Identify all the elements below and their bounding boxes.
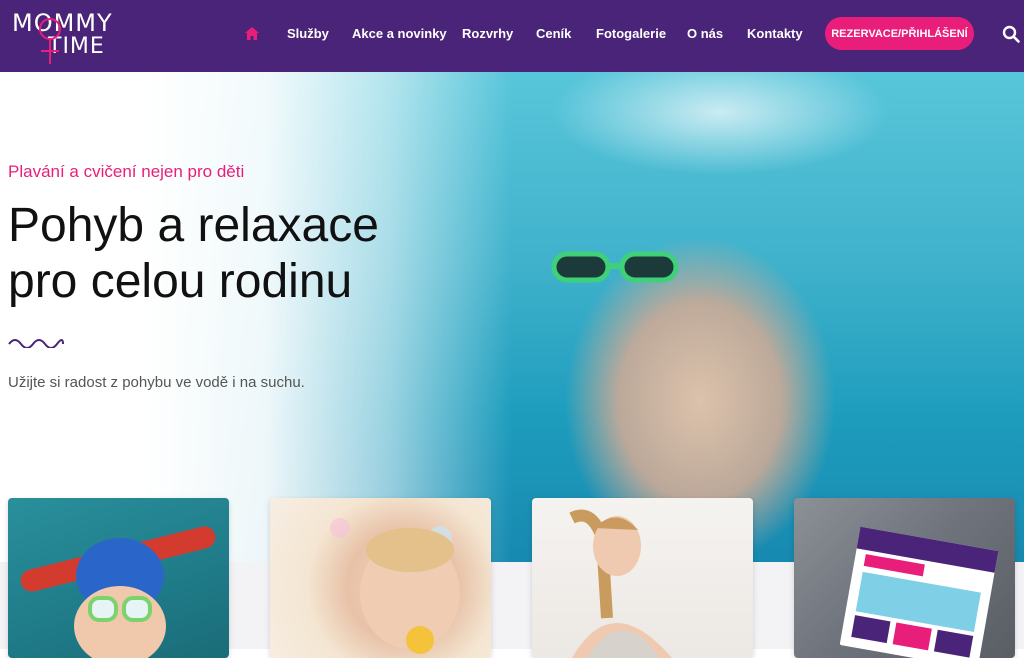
flyer-box-3	[933, 629, 974, 658]
home-icon[interactable]	[245, 27, 259, 40]
logo-line-2: TIME	[48, 34, 105, 59]
card-flyer[interactable]	[794, 498, 1015, 658]
mommy-time-flyer-image	[839, 526, 999, 658]
menu-item-sluzby[interactable]: Služby	[287, 26, 329, 42]
swimmer-child-image	[20, 526, 216, 658]
menu-item-kontakty[interactable]: Kontakty	[747, 26, 803, 42]
mommy-time-logo[interactable]: MOMMY TIME	[12, 9, 140, 64]
top-navigation: MOMMY TIME Služby Akce a novinky Rozvrhy…	[0, 0, 1024, 72]
menu-item-rozvrhy[interactable]: Rozvrhy	[462, 26, 513, 42]
flyer-box-2	[892, 622, 932, 651]
card-yoga[interactable]	[532, 498, 753, 658]
reservation-login-button[interactable]: REZERVACE/PŘIHLÁŠENÍ	[825, 17, 974, 50]
baby-image	[330, 518, 460, 654]
venus-bar	[41, 50, 59, 52]
search-icon[interactable]	[1002, 25, 1020, 43]
card-swimming-kids[interactable]	[8, 498, 229, 658]
hero-banner	[0, 72, 1024, 562]
venus-stem	[49, 40, 51, 64]
wave-divider-icon	[8, 339, 64, 348]
hero-subtitle: Plavání a cvičení nejen pro děti	[8, 162, 245, 181]
logo-line-1: MOMMY	[12, 9, 113, 37]
menu-item-cenik[interactable]: Ceník	[536, 26, 571, 42]
venus-icon	[39, 18, 61, 40]
card-baby[interactable]	[270, 498, 491, 658]
hero-description: Užijte si radost z pohybu ve vodě i na s…	[8, 374, 305, 391]
yoga-woman-image	[569, 509, 672, 658]
menu-item-o-nas[interactable]: O nás	[687, 26, 723, 42]
menu-item-fotogalerie[interactable]: Fotogalerie	[596, 26, 666, 42]
hero-title: Pohyb a relaxace pro celou rodinu	[8, 199, 379, 308]
hero-fade-overlay	[0, 72, 1024, 562]
flyer-box-1	[851, 615, 891, 644]
menu-item-akce-a-novinky[interactable]: Akce a novinky	[352, 26, 447, 42]
